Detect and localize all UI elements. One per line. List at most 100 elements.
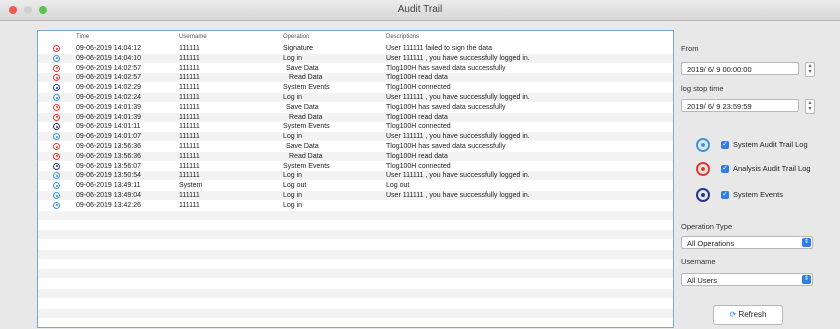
cell-operation: Save Data	[286, 64, 319, 72]
cell-username: 111111	[179, 45, 200, 52]
refresh-icon: ⟳	[729, 310, 737, 319]
empty-row	[38, 269, 673, 279]
table-row[interactable]: 09-06-2019 14:02:29 111111 System Events Tl…	[38, 83, 673, 92]
refresh-button[interactable]: ⟳ Refresh	[713, 305, 783, 325]
cell-operation: Log in	[283, 172, 303, 180]
cell-time: 09-06-2019 13:56:07	[76, 162, 141, 170]
signature-log-icon	[53, 74, 60, 82]
empty-row	[38, 279, 673, 288]
cell-username: 111111	[179, 152, 200, 160]
cell-username: 111111	[179, 94, 200, 101]
cell-descriptions: Tlog100H has saved data successfully	[386, 143, 506, 150]
log-stop-time-stepper[interactable]: ▴ ▾	[805, 99, 815, 114]
filter-panel: From 2019/ 6/ 9 00:00:00 ▴ ▾ log stop tim…	[676, 30, 836, 326]
cell-descriptions: Tlog100H has saved data successfully	[386, 64, 506, 72]
cell-descriptions: User 111111 , you have successfully logg…	[386, 94, 530, 101]
empty-row	[38, 210, 673, 220]
table-row[interactable]: 09-06-2019 14:02:57 111111 Read Data Tlog10…	[38, 73, 673, 83]
table-row[interactable]: 09-06-2019 14:01:39 111111 Save Data Tlog10…	[38, 103, 673, 112]
cell-time: 09-06-2019 13:56:36	[76, 143, 141, 150]
cell-operation: Save Data	[286, 143, 319, 150]
cell-username: 111111	[179, 113, 200, 121]
cell-time: 09-06-2019 14:02:24	[76, 94, 141, 101]
cell-operation: Log out	[283, 182, 307, 190]
column-header-username[interactable]: Username	[179, 34, 207, 40]
operation-type-label: Operation Type	[681, 222, 733, 231]
cell-username: 111111	[179, 64, 200, 72]
signature-log-icon	[53, 45, 60, 52]
login-log-icon	[53, 54, 60, 62]
cell-username: 111111	[179, 143, 200, 150]
table-row[interactable]: 09-06-2019 14:01:07 111111 Log in User 1111…	[38, 132, 673, 142]
signature-log-icon	[53, 143, 60, 150]
empty-row	[38, 318, 673, 327]
empty-row	[38, 260, 673, 269]
table-row[interactable]: 09-06-2019 13:49:11 System Log out Log out	[38, 181, 673, 190]
cell-operation: Log in	[283, 94, 303, 101]
cell-descriptions: Tlog100H connected	[386, 84, 451, 92]
column-header-descriptions[interactable]: Descriptions	[386, 34, 419, 40]
signature-log-icon	[53, 103, 60, 111]
operation-type-select[interactable]: All Operations ⇕	[681, 236, 813, 249]
table-row[interactable]: 09-06-2019 13:56:07 111111 System Events Tl…	[38, 162, 673, 171]
log-stop-time-field[interactable]: 2019/ 6/ 9 23:59:59	[681, 99, 799, 112]
empty-row	[38, 249, 673, 259]
cell-operation: Log in	[283, 201, 303, 209]
cell-operation: Save Data	[286, 103, 319, 111]
cell-operation: Read Data	[289, 152, 323, 160]
filter-label: System Events	[733, 190, 784, 199]
cell-operation: Log in	[283, 192, 303, 199]
filter-label: System Audit Trail Log	[733, 140, 808, 149]
cell-username: 111111	[179, 192, 200, 199]
username-select[interactable]: All Users ⇕	[681, 273, 813, 286]
table-header: Time Username Operation Descriptions	[38, 31, 673, 43]
table-row[interactable]: 09-06-2019 13:49:04 111111 Log in User 1111…	[38, 191, 673, 200]
column-header-time[interactable]: Time	[76, 34, 89, 40]
checkbox-checked-icon[interactable]: ✓	[721, 165, 729, 173]
cell-descriptions: User 111111 , you have successfully logg…	[386, 172, 530, 180]
login-log-icon	[53, 182, 60, 190]
cell-operation: Read Data	[289, 74, 323, 82]
log-stop-time-label: log stop time	[681, 84, 724, 93]
table-row[interactable]: 09-06-2019 13:42:26 111111 Log in	[38, 201, 673, 210]
empty-row	[38, 308, 673, 318]
column-header-operation[interactable]: Operation	[283, 34, 309, 40]
table-row[interactable]: 09-06-2019 14:04:10 111111 Log in User 1111…	[38, 53, 673, 63]
table-row[interactable]: 09-06-2019 13:50:54 111111 Log in User 1111…	[38, 171, 673, 181]
chevron-updown-icon: ⇕	[802, 238, 811, 247]
chevron-updown-icon: ⇕	[802, 275, 811, 284]
login-log-icon	[696, 138, 710, 152]
table-row[interactable]: 09-06-2019 14:02:24 111111 Log in User 1111…	[38, 93, 673, 102]
cell-username: 111111	[179, 201, 200, 209]
audit-trail-window: Audit Trail Time Username Operation Desc…	[0, 0, 840, 329]
signature-log-icon	[53, 152, 60, 160]
empty-row	[38, 289, 673, 298]
cell-username: 111111	[179, 103, 200, 111]
cell-time: 09-06-2019 14:02:57	[76, 74, 141, 82]
table-row[interactable]: 09-06-2019 14:01:11 111111 System Events Tl…	[38, 122, 673, 131]
table-row[interactable]: 09-06-2019 13:56:36 111111 Read Data Tlog10…	[38, 151, 673, 161]
cell-operation: System Events	[283, 123, 330, 131]
system-log-icon	[53, 84, 60, 92]
table-row[interactable]: 09-06-2019 14:02:57 111111 Save Data Tlog10…	[38, 64, 673, 73]
from-stepper[interactable]: ▴ ▾	[805, 62, 815, 77]
table-row[interactable]: 09-06-2019 14:04:12 111111 Signature User 1…	[38, 44, 673, 53]
audit-log-table[interactable]: Time Username Operation Descriptions 09-…	[37, 30, 674, 328]
cell-username: 111111	[179, 172, 200, 180]
cell-operation: Log in	[283, 54, 303, 62]
from-label: From	[681, 44, 699, 53]
username-label: Username	[681, 257, 716, 266]
checkbox-checked-icon[interactable]: ✓	[721, 191, 729, 199]
cell-username: 111111	[179, 123, 200, 131]
login-log-icon	[53, 201, 60, 209]
table-row[interactable]: 09-06-2019 14:01:39 111111 Read Data Tlog10…	[38, 112, 673, 122]
cell-time: 09-06-2019 13:50:54	[76, 172, 141, 180]
login-log-icon	[53, 172, 60, 180]
checkbox-checked-icon[interactable]: ✓	[721, 141, 729, 149]
cell-descriptions: Tlog100H connected	[386, 123, 451, 131]
cell-time: 09-06-2019 14:01:39	[76, 103, 141, 111]
signature-log-icon	[53, 113, 60, 121]
from-datetime-field[interactable]: 2019/ 6/ 9 00:00:00	[681, 62, 799, 75]
cell-operation: System Events	[283, 84, 330, 92]
table-row[interactable]: 09-06-2019 13:56:36 111111 Save Data Tlog10…	[38, 142, 673, 151]
